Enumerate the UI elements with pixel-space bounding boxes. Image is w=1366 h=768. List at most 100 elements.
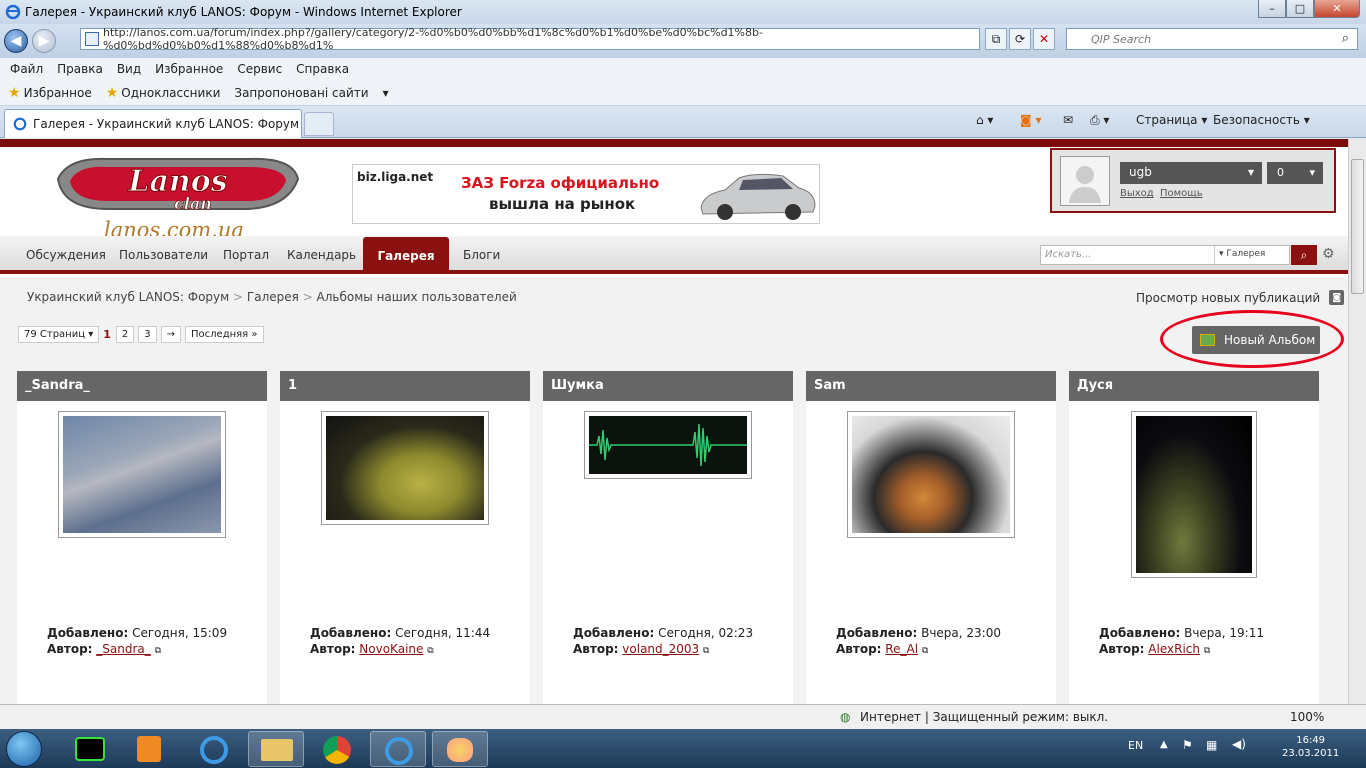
security-zone[interactable]: Интернет | Защищенный режим: выкл. xyxy=(860,710,1108,724)
nav-discussions[interactable]: Обсуждения xyxy=(26,248,106,262)
menu-view[interactable]: Вид xyxy=(117,62,141,76)
album-title[interactable]: Шумка xyxy=(543,371,793,401)
nav-blogs[interactable]: Блоги xyxy=(463,248,500,262)
rss-feed-icon[interactable]: ◙ ▾ xyxy=(1020,113,1041,127)
tray-expand-icon[interactable]: ▲ xyxy=(1160,739,1168,750)
album-thumbnail[interactable] xyxy=(58,411,226,538)
gear-icon[interactable]: ⚙ xyxy=(1322,246,1335,262)
author-link[interactable]: _Sandra_ xyxy=(96,642,150,656)
author-link[interactable]: AlexRich xyxy=(1148,642,1200,656)
external-link-icon[interactable]: ⧉ xyxy=(703,646,709,656)
network-icon[interactable]: ▦ xyxy=(1206,738,1217,752)
external-link-icon[interactable]: ⧉ xyxy=(155,646,161,656)
minimize-button[interactable]: – xyxy=(1258,0,1286,18)
back-button[interactable]: ◀ xyxy=(4,29,28,53)
window-title: Галерея - Украинский клуб LANOS: Форум -… xyxy=(25,5,462,19)
nav-gallery[interactable]: Галерея xyxy=(363,237,449,274)
page-3[interactable]: 3 xyxy=(138,326,157,343)
page-menu[interactable]: Страница ▾ xyxy=(1136,113,1207,127)
author-link[interactable]: Re_Al xyxy=(885,642,918,656)
username-dropdown[interactable]: ugb ▾ xyxy=(1120,162,1262,184)
taskbar-paint[interactable] xyxy=(432,731,488,767)
taskbar-ie[interactable] xyxy=(186,731,242,767)
author-link[interactable]: NovoKaine xyxy=(359,642,423,656)
stop-button[interactable]: ✕ xyxy=(1033,28,1055,50)
album-title[interactable]: _Sandra_ xyxy=(17,371,267,401)
fav-link-suggested[interactable]: Запропоновані сайти xyxy=(234,86,368,100)
notifications-dropdown[interactable]: 0 ▾ xyxy=(1267,162,1323,184)
new-publications-link[interactable]: Просмотр новых публикаций ◙ xyxy=(1136,290,1345,305)
site-logo[interactable]: Lanos clan lanos.com.ua xyxy=(48,149,308,241)
page-icon xyxy=(85,32,99,46)
add-favorite-icon[interactable]: ★ xyxy=(106,85,119,101)
nav-portal[interactable]: Портал xyxy=(223,248,269,262)
safety-menu[interactable]: Безопасность ▾ xyxy=(1213,113,1310,127)
album-title[interactable]: Дуся xyxy=(1069,371,1319,401)
external-link-icon[interactable]: ⧉ xyxy=(1204,646,1210,656)
next-page-button[interactable]: → xyxy=(160,326,182,343)
menu-favorites[interactable]: Избранное xyxy=(155,62,223,76)
action-center-flag-icon[interactable]: ⚑ xyxy=(1182,738,1193,752)
avatar[interactable] xyxy=(1060,156,1110,206)
search-icon[interactable]: ⌕ xyxy=(1342,31,1349,46)
taskbar-media-player[interactable] xyxy=(122,731,178,767)
menu-edit[interactable]: Правка xyxy=(57,62,103,76)
help-link[interactable]: Помощь xyxy=(1160,188,1203,199)
favorites-button[interactable]: Избранное xyxy=(24,86,92,100)
vertical-scrollbar[interactable] xyxy=(1348,139,1366,704)
input-language[interactable]: EN xyxy=(1128,739,1143,752)
new-tab-button[interactable] xyxy=(304,112,334,136)
search-button[interactable]: ⌕ xyxy=(1291,245,1317,265)
maximize-button[interactable]: □ xyxy=(1286,0,1314,18)
rss-icon[interactable]: ◙ xyxy=(1329,290,1345,305)
print-icon[interactable]: ⎙ ▾ xyxy=(1090,113,1109,128)
taskbar-explorer[interactable] xyxy=(248,731,304,767)
page-count-dropdown[interactable]: 79 Страниц ▾ xyxy=(18,326,100,343)
breadcrumb-gallery[interactable]: Галерея xyxy=(247,290,299,304)
fav-link-odnoklassniki[interactable]: Одноклассники xyxy=(121,86,220,100)
address-bar[interactable]: http://lanos.com.ua/forum/index.php?/gal… xyxy=(80,26,980,52)
compat-view-button[interactable]: ⧉ xyxy=(985,28,1007,50)
breadcrumb-albums[interactable]: Альбомы наших пользователей xyxy=(317,290,517,304)
taskbar-ie-active[interactable] xyxy=(370,731,426,767)
album-title[interactable]: 1 xyxy=(280,371,530,401)
taskbar-chrome[interactable] xyxy=(310,731,366,767)
album-thumbnail[interactable] xyxy=(321,411,489,525)
menu-help[interactable]: Справка xyxy=(296,62,349,76)
search-scope-select[interactable]: ▾ Галерея xyxy=(1214,246,1290,264)
volume-icon[interactable]: ◀) xyxy=(1232,737,1246,751)
logout-link[interactable]: Выход xyxy=(1120,188,1154,199)
qip-search-input[interactable]: QIP Search ⌕ xyxy=(1066,28,1358,50)
chevron-down-icon[interactable]: ▾ xyxy=(383,86,389,100)
close-window-button[interactable]: ✕ xyxy=(1314,0,1360,18)
nav-calendar[interactable]: Календарь xyxy=(287,248,356,262)
mail-icon[interactable]: ✉ xyxy=(1063,113,1073,127)
nav-users[interactable]: Пользователи xyxy=(119,248,208,262)
zoom-level[interactable]: 100% xyxy=(1290,710,1324,724)
album-thumbnail[interactable] xyxy=(584,411,752,479)
album-thumbnail[interactable] xyxy=(847,411,1015,538)
start-button[interactable] xyxy=(6,731,42,767)
menu-file[interactable]: Файл xyxy=(10,62,43,76)
album-thumbnail[interactable] xyxy=(1131,411,1257,578)
page-menu-label: Страница xyxy=(1136,113,1198,127)
tab-gallery[interactable]: Галерея - Украинский клуб LANOS: Форум xyxy=(4,109,302,138)
last-page-button[interactable]: Последняя » xyxy=(185,326,264,343)
page-2[interactable]: 2 xyxy=(115,326,135,343)
clock[interactable]: 16:49 23.03.2011 xyxy=(1282,734,1339,760)
new-album-button[interactable]: Новый Альбом xyxy=(1192,326,1320,354)
home-icon[interactable]: ⌂ ▾ xyxy=(976,113,993,127)
scrollbar-thumb[interactable] xyxy=(1351,159,1364,294)
forward-button[interactable]: ▶ xyxy=(32,29,56,53)
author-link[interactable]: voland_2003 xyxy=(622,642,699,656)
album-title[interactable]: Sam xyxy=(806,371,1056,401)
menu-tools[interactable]: Сервис xyxy=(237,62,282,76)
tab-bar: Галерея - Украинский клуб LANOS: Форум ⌂… xyxy=(0,106,1366,138)
ad-banner[interactable]: biz.liga.net ЗАЗ Forza официально вышла … xyxy=(352,164,820,224)
external-link-icon[interactable]: ⧉ xyxy=(922,646,928,656)
external-link-icon[interactable]: ⧉ xyxy=(427,646,433,656)
taskbar-app-1[interactable] xyxy=(62,731,118,767)
album-card: _Sandra_ Добавлено: Сегодня, 15:09 Автор… xyxy=(17,371,267,704)
breadcrumb-forum[interactable]: Украинский клуб LANOS: Форум xyxy=(27,290,229,304)
refresh-button[interactable]: ⟳ xyxy=(1009,28,1031,50)
